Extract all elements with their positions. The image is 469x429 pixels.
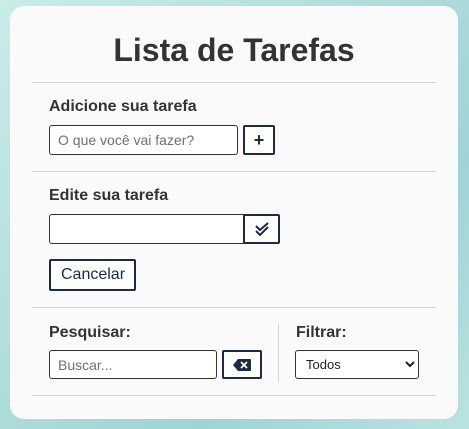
edit-task-input[interactable] bbox=[49, 214, 266, 244]
add-task-label: Adicione sua tarefa bbox=[49, 98, 197, 115]
divider bbox=[32, 307, 436, 308]
add-task-button[interactable]: + bbox=[243, 125, 275, 155]
add-task-input[interactable] bbox=[49, 125, 238, 155]
clear-search-button[interactable] bbox=[222, 350, 262, 379]
divider bbox=[32, 82, 436, 83]
double-check-icon bbox=[254, 222, 269, 236]
search-label: Pesquisar: bbox=[49, 324, 131, 341]
filter-label: Filtrar: bbox=[296, 324, 347, 341]
search-input[interactable] bbox=[49, 350, 217, 379]
cancel-edit-button[interactable]: Cancelar bbox=[49, 259, 136, 291]
vertical-divider bbox=[278, 324, 279, 382]
divider bbox=[32, 171, 436, 172]
plus-icon: + bbox=[253, 129, 265, 150]
confirm-edit-button[interactable] bbox=[243, 214, 280, 244]
todo-card: Lista de Tarefas Adicione sua tarefa + E… bbox=[10, 6, 458, 419]
divider bbox=[32, 395, 436, 396]
backspace-icon bbox=[233, 358, 251, 371]
page-title: Lista de Tarefas bbox=[113, 32, 355, 68]
edit-task-label: Edite sua tarefa bbox=[49, 187, 169, 204]
filter-select[interactable]: Todos bbox=[295, 350, 419, 379]
